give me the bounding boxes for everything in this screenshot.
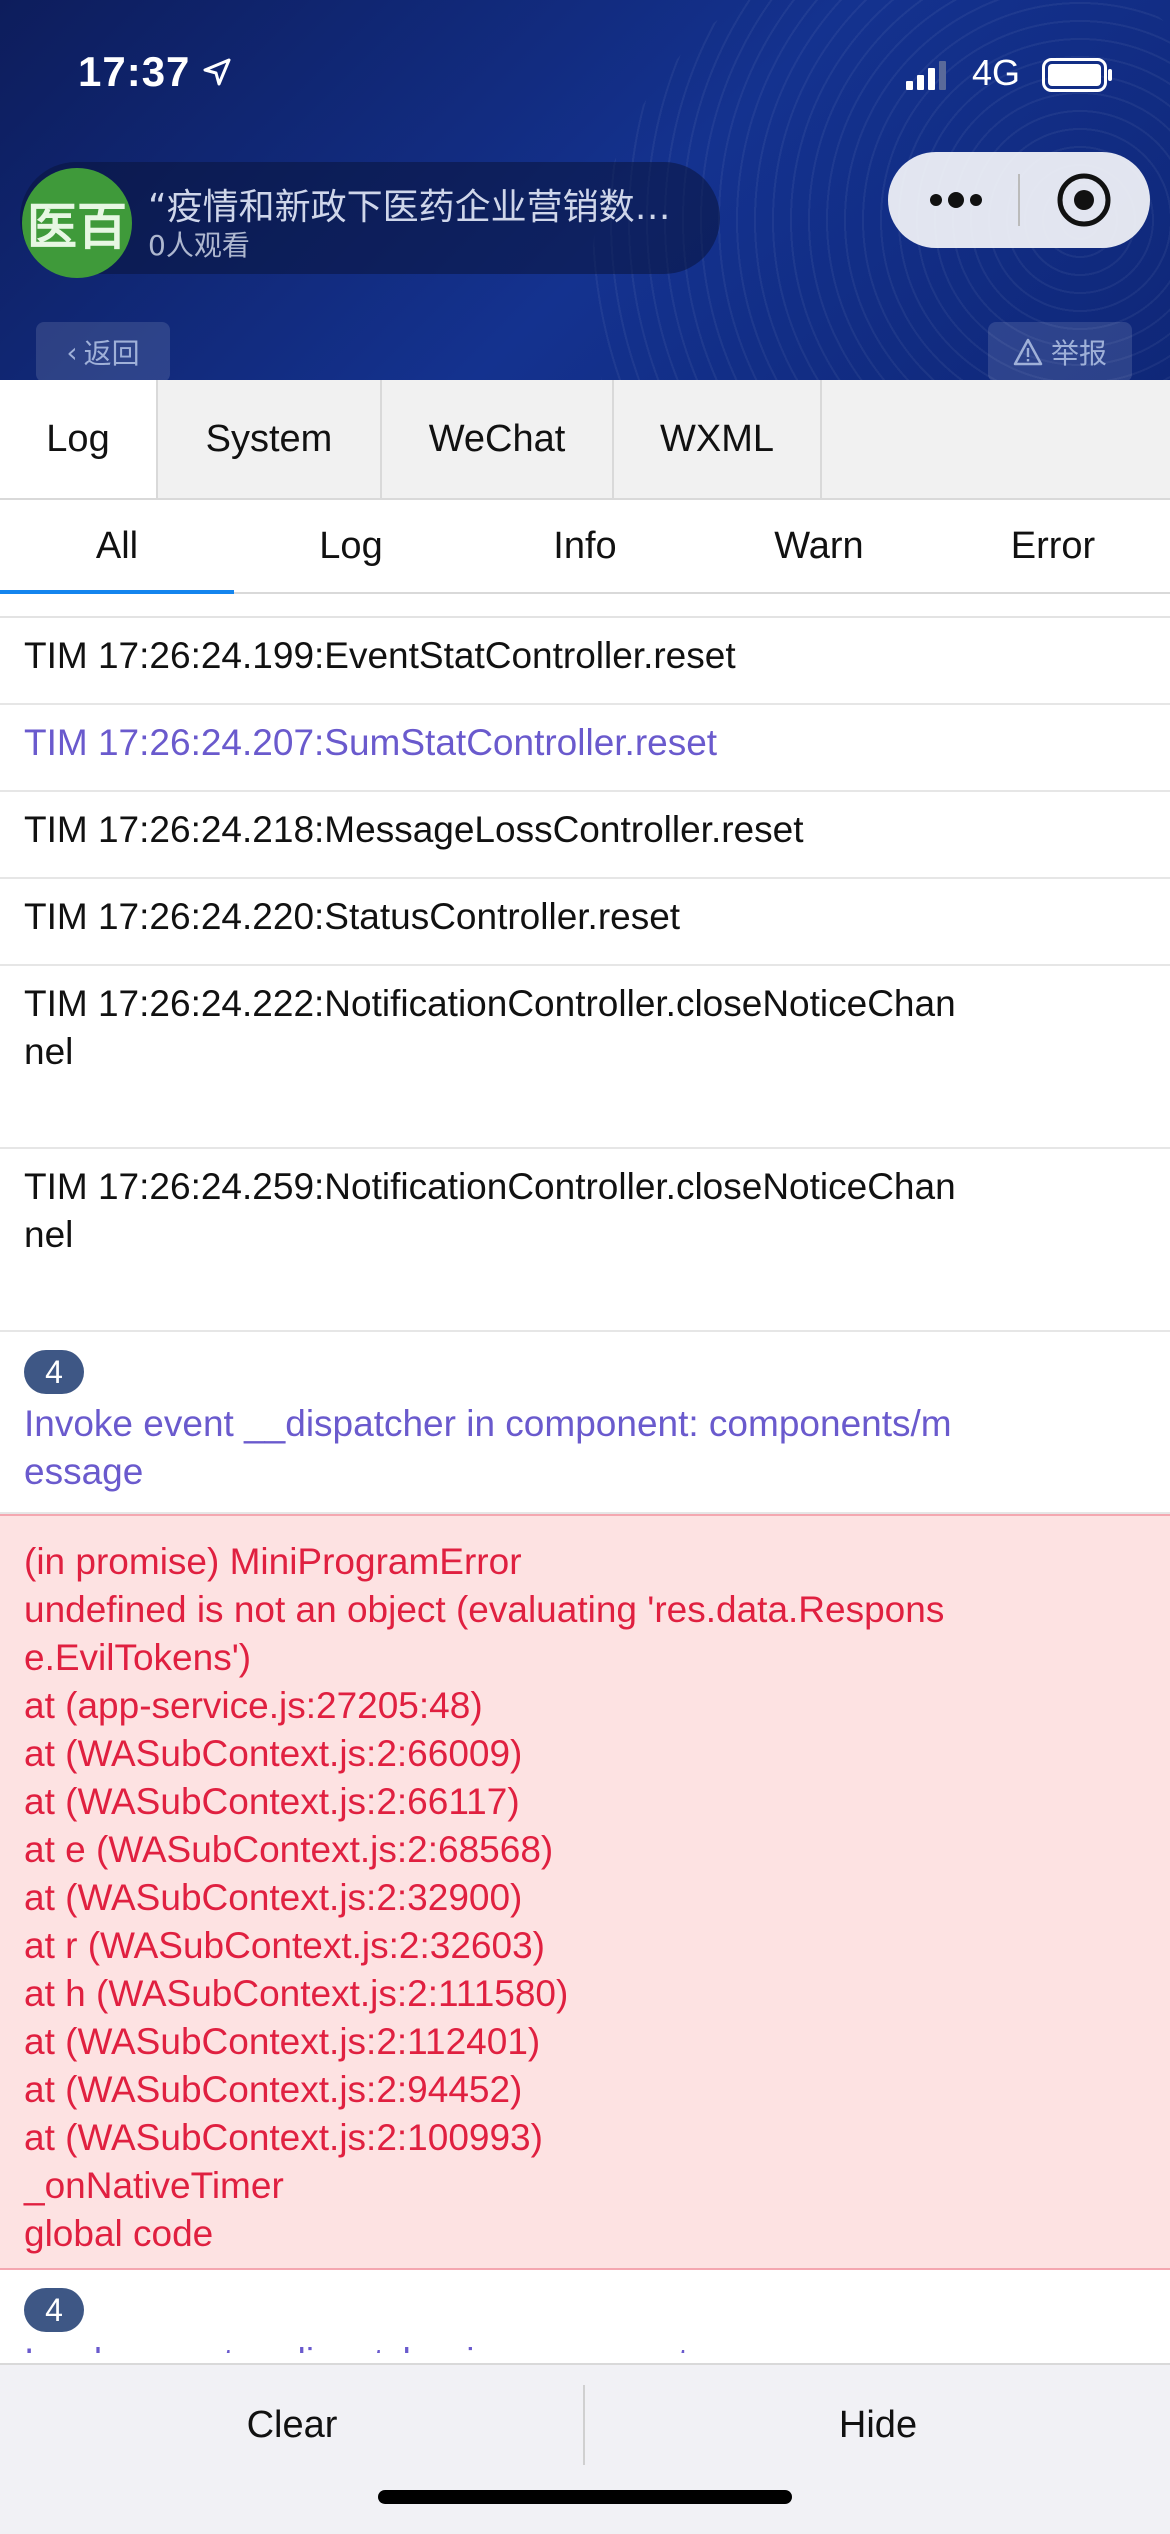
error-line: (in promise) MiniProgramError	[24, 1541, 522, 1582]
log-text: TIM 17:26:24.207:SumStatController.reset	[24, 722, 718, 763]
error-line: at e (WASubContext.js:2:68568)	[24, 1829, 554, 1870]
log-entry-error: (in promise) MiniProgramError undefined …	[0, 1514, 1170, 2270]
miniprogram-capsule	[888, 152, 1150, 248]
live-title: “疫情和新政下医药企业营销数…	[148, 187, 671, 228]
log-text: TIM 17:26:24.222:NotificationController.…	[24, 983, 956, 1072]
tab-wechat[interactable]: WeChat	[382, 380, 614, 498]
log-entry: TIM 17:26:24.259:NotificationController.…	[0, 1149, 1170, 1332]
back-button[interactable]: ‹ 返回	[36, 322, 170, 380]
log-entry: TIM 17:26:24.220:StatusController.reset	[0, 879, 1170, 966]
warning-icon	[1013, 338, 1043, 366]
log-text: Invoke event __dispatcher in component: …	[24, 1403, 952, 1492]
error-line: at (WASubContext.js:2:112401)	[24, 2021, 541, 2062]
footer-divider	[583, 2385, 585, 2465]
back-label: 返回	[83, 337, 140, 370]
error-line: at (WASubContext.js:2:100993)	[24, 2117, 543, 2158]
log-text: Invoke event __dispatcher in component:	[24, 2338, 964, 2353]
viewer-count: 0人观看	[148, 229, 250, 262]
log-entry: TIM 17:26:24.218:MessageLossController.r…	[0, 792, 1170, 879]
live-header: 17:37 4G 医百 “疫情和新政下医药企业营销数… 0人观看 ‹ 返回 举报	[0, 0, 1170, 380]
chevron-left-icon: ‹	[66, 335, 78, 369]
log-filter-tabs: All Log Info Warn Error	[0, 500, 1170, 594]
error-line: global code	[24, 2213, 214, 2254]
tab-system[interactable]: System	[158, 380, 382, 498]
log-text: TIM 17:26:24.220:StatusController.reset	[24, 896, 681, 937]
close-miniprogram-icon[interactable]	[1054, 170, 1114, 230]
log-text: TIM 17:26:24.259:NotificationController.…	[24, 1166, 956, 1255]
clear-button[interactable]: Clear	[0, 2365, 584, 2485]
filter-info[interactable]: Info	[468, 500, 702, 592]
log-list[interactable]: TIM 17:26:24.199:EventStatController.res…	[0, 616, 1170, 2353]
vconsole-panel: Log System WeChat WXML All Log Info Warn…	[0, 380, 1170, 2534]
carrier-label: 4G	[972, 52, 1021, 93]
signal-icon	[906, 61, 946, 90]
log-text: TIM 17:26:24.199:EventStatController.res…	[24, 635, 736, 676]
log-entry: TIM 17:26:24.199:EventStatController.res…	[0, 618, 1170, 705]
repeat-count-badge: 4	[24, 1350, 84, 1394]
tab-log[interactable]: Log	[0, 380, 158, 498]
more-icon[interactable]	[928, 186, 984, 214]
log-text: TIM 17:26:24.218:MessageLossController.r…	[24, 809, 804, 850]
log-entry-info: TIM 17:26:24.207:SumStatController.reset	[0, 705, 1170, 792]
hide-button[interactable]: Hide	[586, 2365, 1170, 2485]
avatar[interactable]: 医百	[22, 168, 132, 278]
filter-error[interactable]: Error	[936, 500, 1170, 592]
location-arrow-icon	[203, 58, 231, 86]
repeat-count-badge: 4	[24, 2288, 84, 2332]
report-button[interactable]: 举报	[988, 322, 1132, 380]
error-line: at h (WASubContext.js:2:111580)	[24, 1973, 569, 2014]
log-entry-info: 4 Invoke event __dispatcher in component…	[0, 2270, 1170, 2353]
error-line: _onNativeTimer	[24, 2165, 284, 2206]
tab-wxml[interactable]: WXML	[614, 380, 822, 498]
error-line: at (app-service.js:27205:48)	[24, 1685, 483, 1726]
log-entry: TIM 17:26:24.222:NotificationController.…	[0, 966, 1170, 1149]
battery-icon	[1042, 58, 1112, 92]
filter-log[interactable]: Log	[234, 500, 468, 592]
error-line: at r (WASubContext.js:2:32603)	[24, 1925, 545, 1966]
home-indicator[interactable]	[378, 2490, 792, 2504]
error-line: at (WASubContext.js:2:32900)	[24, 1877, 523, 1918]
filter-all[interactable]: All	[0, 500, 234, 594]
console-footer: Clear Hide	[0, 2363, 1170, 2534]
filter-warn[interactable]: Warn	[702, 500, 936, 592]
capsule-divider	[1018, 174, 1020, 226]
log-entry-info: 4 Invoke event __dispatcher in component…	[0, 1332, 1170, 1514]
console-tabs: Log System WeChat WXML	[0, 380, 1170, 500]
error-line: at (WASubContext.js:2:94452)	[24, 2069, 523, 2110]
status-time: 17:37	[78, 48, 191, 95]
error-line: at (WASubContext.js:2:66117)	[24, 1781, 520, 1822]
report-label: 举报	[1050, 337, 1107, 370]
error-line: undefined is not an object (evaluating '…	[24, 1589, 945, 1678]
error-line: at (WASubContext.js:2:66009)	[24, 1733, 523, 1774]
